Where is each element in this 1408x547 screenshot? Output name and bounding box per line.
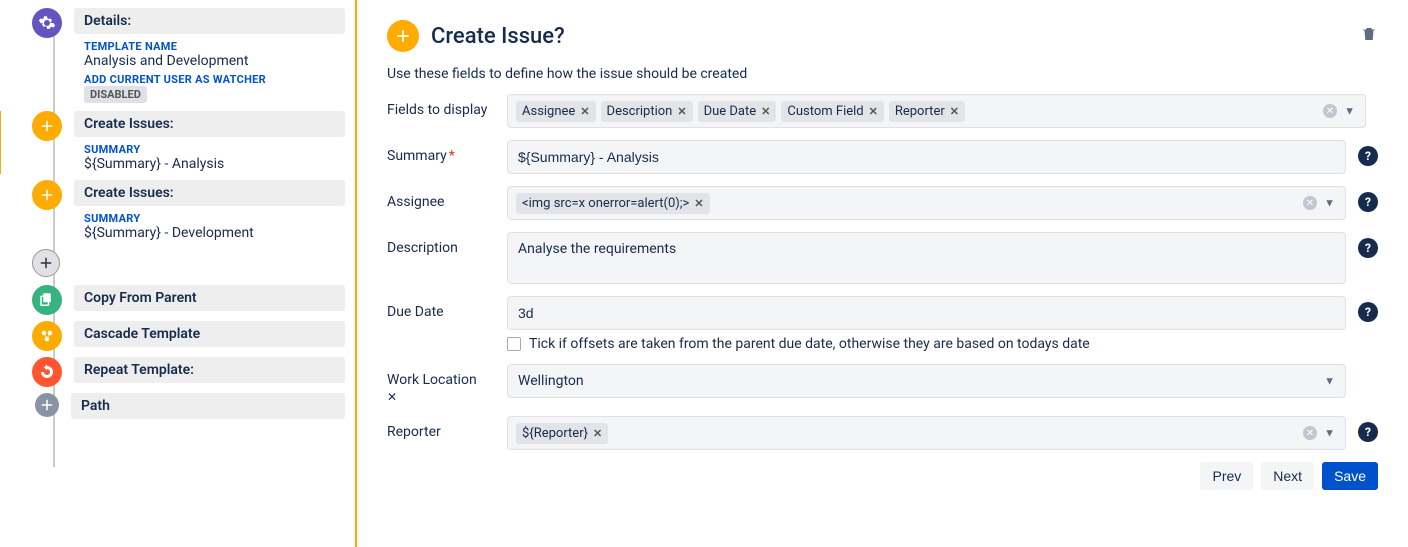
- description-label: Description: [387, 232, 507, 256]
- save-button[interactable]: Save: [1322, 462, 1378, 490]
- duedate-offset-checkbox[interactable]: [507, 337, 521, 351]
- clear-all-icon[interactable]: ✕: [1323, 104, 1337, 118]
- chip-description: Description: [607, 104, 673, 119]
- create-issues-1-header[interactable]: Create Issues:: [74, 111, 345, 137]
- page-title: Create Issue?: [431, 24, 565, 49]
- chevron-down-icon[interactable]: ▼: [1324, 375, 1335, 388]
- clear-all-icon[interactable]: ✕: [1303, 426, 1317, 440]
- add-step-button[interactable]: [32, 249, 60, 277]
- template-name-label: TEMPLATE NAME: [84, 40, 335, 53]
- remove-field-icon[interactable]: ✕: [387, 390, 507, 404]
- details-header[interactable]: Details:: [74, 8, 345, 34]
- chip-remove-icon[interactable]: ✕: [694, 197, 703, 210]
- template-name-value: Analysis and Development: [84, 53, 335, 69]
- help-icon[interactable]: ?: [1358, 302, 1378, 322]
- help-icon[interactable]: ?: [1358, 422, 1378, 442]
- reporter-input[interactable]: ${Reporter} ✕ ✕ ▼: [507, 416, 1346, 450]
- plus-icon: [387, 20, 419, 52]
- chip-remove-icon[interactable]: ✕: [677, 105, 686, 118]
- create-issues-2-header[interactable]: Create Issues:: [74, 180, 345, 206]
- help-icon[interactable]: ?: [1358, 192, 1378, 212]
- chevron-down-icon[interactable]: ▼: [1324, 427, 1335, 440]
- watcher-label: ADD CURRENT USER AS WATCHER: [84, 73, 335, 86]
- help-icon[interactable]: ?: [1358, 146, 1378, 166]
- chip-remove-icon[interactable]: ✕: [593, 427, 602, 440]
- duedate-checkbox-label: Tick if offsets are taken from the paren…: [529, 336, 1090, 352]
- assignee-label: Assignee: [387, 186, 507, 210]
- copy-from-parent-header[interactable]: Copy From Parent: [74, 285, 345, 311]
- required-indicator: *: [449, 148, 455, 164]
- worklocation-select[interactable]: Wellington ▼: [507, 364, 1346, 398]
- assignee-input[interactable]: <img src=x onerror=alert(0);> ✕ ✕ ▼: [507, 186, 1346, 220]
- chevron-down-icon[interactable]: ▼: [1324, 197, 1335, 210]
- trash-icon[interactable]: [1360, 25, 1378, 47]
- chip-remove-icon[interactable]: ✕: [580, 105, 589, 118]
- summary-1-label: SUMMARY: [84, 143, 335, 156]
- chip-reporter: Reporter: [895, 104, 945, 119]
- reporter-label: Reporter: [387, 416, 507, 440]
- summary-2-label: SUMMARY: [84, 212, 335, 225]
- watcher-value: DISABLED: [84, 86, 147, 103]
- plus-icon[interactable]: [32, 180, 62, 210]
- chip-reporter-value: ${Reporter}: [522, 426, 588, 441]
- copy-icon[interactable]: [32, 285, 62, 315]
- gear-icon[interactable]: [32, 8, 62, 38]
- duedate-label: Due Date: [387, 296, 507, 320]
- repeat-icon[interactable]: [32, 357, 62, 387]
- fields-to-display-input[interactable]: Assignee ✕ Description ✕ Due Date ✕ Custom …: [507, 94, 1366, 128]
- subtitle: Use these fields to define how the issue…: [387, 66, 1378, 82]
- fields-to-display-label: Fields to display: [387, 94, 507, 118]
- chip-duedate: Due Date: [704, 104, 757, 119]
- chip-remove-icon[interactable]: ✕: [869, 105, 878, 118]
- chip-remove-icon[interactable]: ✕: [950, 105, 959, 118]
- chip-remove-icon[interactable]: ✕: [761, 105, 770, 118]
- path-plus-icon[interactable]: [35, 393, 59, 417]
- cascade-template-header[interactable]: Cascade Template: [74, 321, 345, 347]
- plus-icon[interactable]: [32, 111, 62, 141]
- worklocation-value: Wellington: [518, 373, 584, 389]
- prev-button[interactable]: Prev: [1200, 462, 1253, 490]
- worklocation-label: Work Location: [387, 372, 507, 388]
- summary-input[interactable]: [507, 140, 1346, 174]
- clear-all-icon[interactable]: ✕: [1303, 196, 1317, 210]
- description-input[interactable]: Analyse the requirements: [507, 232, 1346, 284]
- summary-2-value: ${Summary} - Development: [84, 225, 335, 241]
- cascade-icon[interactable]: [32, 321, 62, 351]
- next-button[interactable]: Next: [1261, 462, 1314, 490]
- summary-label: Summary: [387, 148, 447, 164]
- help-icon[interactable]: ?: [1358, 238, 1378, 258]
- path-header[interactable]: Path: [71, 393, 345, 419]
- sidebar: Details: TEMPLATE NAMEAnalysis and Devel…: [0, 0, 355, 547]
- summary-1-value: ${Summary} - Analysis: [84, 156, 335, 172]
- chevron-down-icon[interactable]: ▼: [1344, 105, 1355, 118]
- duedate-input[interactable]: [507, 296, 1346, 330]
- chip-assignee-value: <img src=x onerror=alert(0);>: [522, 196, 689, 211]
- repeat-template-header[interactable]: Repeat Template:: [74, 357, 345, 383]
- chip-customfield: Custom Field: [787, 104, 863, 119]
- chip-assignee: Assignee: [522, 104, 575, 119]
- main-panel: Create Issue? Use these fields to define…: [357, 0, 1408, 547]
